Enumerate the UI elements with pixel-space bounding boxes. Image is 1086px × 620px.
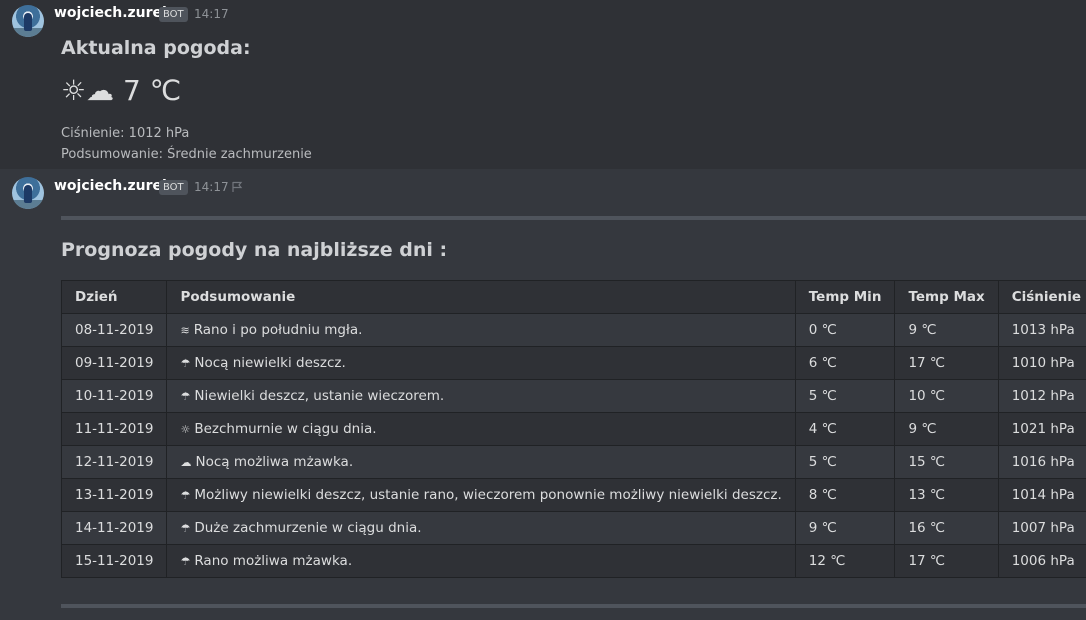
summary-text: Nocą niewielki deszcz. xyxy=(194,355,346,371)
cell-day: 15-11-2019 xyxy=(60,544,168,578)
cell-temp-max: 9 ℃ xyxy=(894,412,999,446)
cell-summary: ☁ Nocą możliwa mżawka. xyxy=(166,445,796,479)
cell-summary: ☂ Nocą niewielki deszcz. xyxy=(166,346,796,380)
table-row: 09-11-2019 ☂ Nocą niewielki deszcz. 6 ℃ 17 ℃… xyxy=(60,346,1086,380)
flag-icon[interactable] xyxy=(231,181,243,193)
bot-badge: BOT xyxy=(159,7,188,22)
cell-temp-max: 15 ℃ xyxy=(894,445,999,479)
summary-text: Duże zachmurzenie w ciągu dnia. xyxy=(194,520,422,536)
timestamp[interactable]: 14:17 xyxy=(194,7,229,21)
cell-temp-min: 4 ℃ xyxy=(794,412,896,446)
cell-temp-max: 17 ℃ xyxy=(894,346,999,380)
cell-summary: ☂ Rano możliwa mżawka. xyxy=(166,544,796,578)
table-row: 10-11-2019 ☂ Niewielki deszcz, ustanie wie… xyxy=(60,379,1086,413)
summary-text: Bezchmurnie w ciągu dnia. xyxy=(194,421,377,437)
cell-pressure: 1012 hPa xyxy=(997,379,1086,413)
avatar-figure xyxy=(24,13,32,31)
summary-text: Niewielki deszcz, ustanie wieczorem. xyxy=(194,388,445,404)
cell-day: 13-11-2019 xyxy=(60,478,168,512)
forecast-title: Prognoza pogody na najbliższe dni : xyxy=(61,239,448,261)
fog-icon: ≋ xyxy=(180,324,190,337)
umbrella-icon: ☂ xyxy=(180,522,191,535)
summary-line: Podsumowanie: Średnie zachmurzenie xyxy=(61,147,312,162)
embed-bottom-divider xyxy=(61,604,1086,608)
cell-pressure: 1014 hPa xyxy=(997,478,1086,512)
cell-summary: ☂ Duże zachmurzenie w ciągu dnia. xyxy=(166,511,796,545)
cell-day: 10-11-2019 xyxy=(60,379,168,413)
cloud-icon: ☁ xyxy=(180,456,192,469)
summary-text: Możliwy niewielki deszcz, ustanie rano, … xyxy=(194,487,782,503)
cell-temp-min: 0 ℃ xyxy=(794,313,896,347)
table-row: 08-11-2019 ≋ Rano i po południu mgła. 0 ℃ 9 … xyxy=(60,313,1086,347)
sun-icon: ☼ xyxy=(180,423,191,436)
summary-text: Rano i po południu mgła. xyxy=(193,322,363,338)
cell-summary: ≋ Rano i po południu mgła. xyxy=(166,313,796,347)
cell-pressure: 1021 hPa xyxy=(997,412,1086,446)
table-row: 13-11-2019 ☂ Możliwy niewielki deszcz, ust… xyxy=(60,478,1086,512)
table-row: 11-11-2019 ☼ Bezchmurnie w ciągu dnia. 4 ℃ 9… xyxy=(60,412,1086,446)
column-header-summary: Podsumowanie xyxy=(166,280,796,314)
cell-temp-min: 12 ℃ xyxy=(794,544,896,578)
cell-day: 08-11-2019 xyxy=(60,313,168,347)
avatar[interactable] xyxy=(12,177,44,209)
embed-top-divider xyxy=(61,216,1086,220)
message-current-weather: wojciech.zurek BOT 14:17 Aktualna pogoda… xyxy=(0,0,1086,169)
cell-temp-min: 9 ℃ xyxy=(794,511,896,545)
forecast-table: Dzień Podsumowanie Temp Min Temp Max Ciś… xyxy=(60,280,1086,578)
column-header-temp-min: Temp Min xyxy=(794,280,896,314)
cell-pressure: 1010 hPa xyxy=(997,346,1086,380)
cell-day: 09-11-2019 xyxy=(60,346,168,380)
avatar[interactable] xyxy=(12,5,44,37)
cell-day: 12-11-2019 xyxy=(60,445,168,479)
cell-summary: ☂ Możliwy niewielki deszcz, ustanie rano,… xyxy=(166,478,796,512)
summary-text: Nocą możliwa mżawka. xyxy=(195,454,354,470)
pressure-line: Ciśnienie: 1012 hPa xyxy=(61,126,190,141)
table-header-row: Dzień Podsumowanie Temp Min Temp Max Ciś… xyxy=(60,280,1086,314)
cell-pressure: 1013 hPa xyxy=(997,313,1086,347)
umbrella-icon: ☂ xyxy=(180,357,191,370)
cell-temp-max: 17 ℃ xyxy=(894,544,999,578)
username[interactable]: wojciech.zurek xyxy=(54,5,171,21)
column-header-pressure: Ciśnienie xyxy=(997,280,1086,314)
cell-temp-max: 13 ℃ xyxy=(894,478,999,512)
table-row: 14-11-2019 ☂ Duże zachmurzenie w ciągu dni… xyxy=(60,511,1086,545)
cell-pressure: 1006 hPa xyxy=(997,544,1086,578)
column-header-day: Dzień xyxy=(60,280,168,314)
table-row: 15-11-2019 ☂ Rano możliwa mżawka. 12 ℃ 17 ℃ 1… xyxy=(60,544,1086,578)
summary-text: Rano możliwa mżawka. xyxy=(194,553,353,569)
cell-summary: ☂ Niewielki deszcz, ustanie wieczorem. xyxy=(166,379,796,413)
current-temperature: ☼☁ 7 ℃ xyxy=(61,74,182,107)
cell-temp-max: 9 ℃ xyxy=(894,313,999,347)
cell-pressure: 1016 hPa xyxy=(997,445,1086,479)
cell-day: 11-11-2019 xyxy=(60,412,168,446)
current-weather-title: Aktualna pogoda: xyxy=(61,37,251,59)
cell-summary: ☼ Bezchmurnie w ciągu dnia. xyxy=(166,412,796,446)
username[interactable]: wojciech.zurek xyxy=(54,178,171,194)
cell-temp-min: 5 ℃ xyxy=(794,445,896,479)
umbrella-icon: ☂ xyxy=(180,390,191,403)
avatar-figure xyxy=(24,185,32,203)
umbrella-icon: ☂ xyxy=(180,489,191,502)
umbrella-icon: ☂ xyxy=(180,555,191,568)
cell-temp-max: 10 ℃ xyxy=(894,379,999,413)
cell-pressure: 1007 hPa xyxy=(997,511,1086,545)
cell-temp-min: 8 ℃ xyxy=(794,478,896,512)
bot-badge: BOT xyxy=(159,180,188,195)
cell-temp-min: 5 ℃ xyxy=(794,379,896,413)
timestamp[interactable]: 14:17 xyxy=(194,180,229,194)
cell-temp-max: 16 ℃ xyxy=(894,511,999,545)
cell-temp-min: 6 ℃ xyxy=(794,346,896,380)
table-row: 12-11-2019 ☁ Nocą możliwa mżawka. 5 ℃ 15 ℃ 10… xyxy=(60,445,1086,479)
column-header-temp-max: Temp Max xyxy=(894,280,999,314)
cell-day: 14-11-2019 xyxy=(60,511,168,545)
